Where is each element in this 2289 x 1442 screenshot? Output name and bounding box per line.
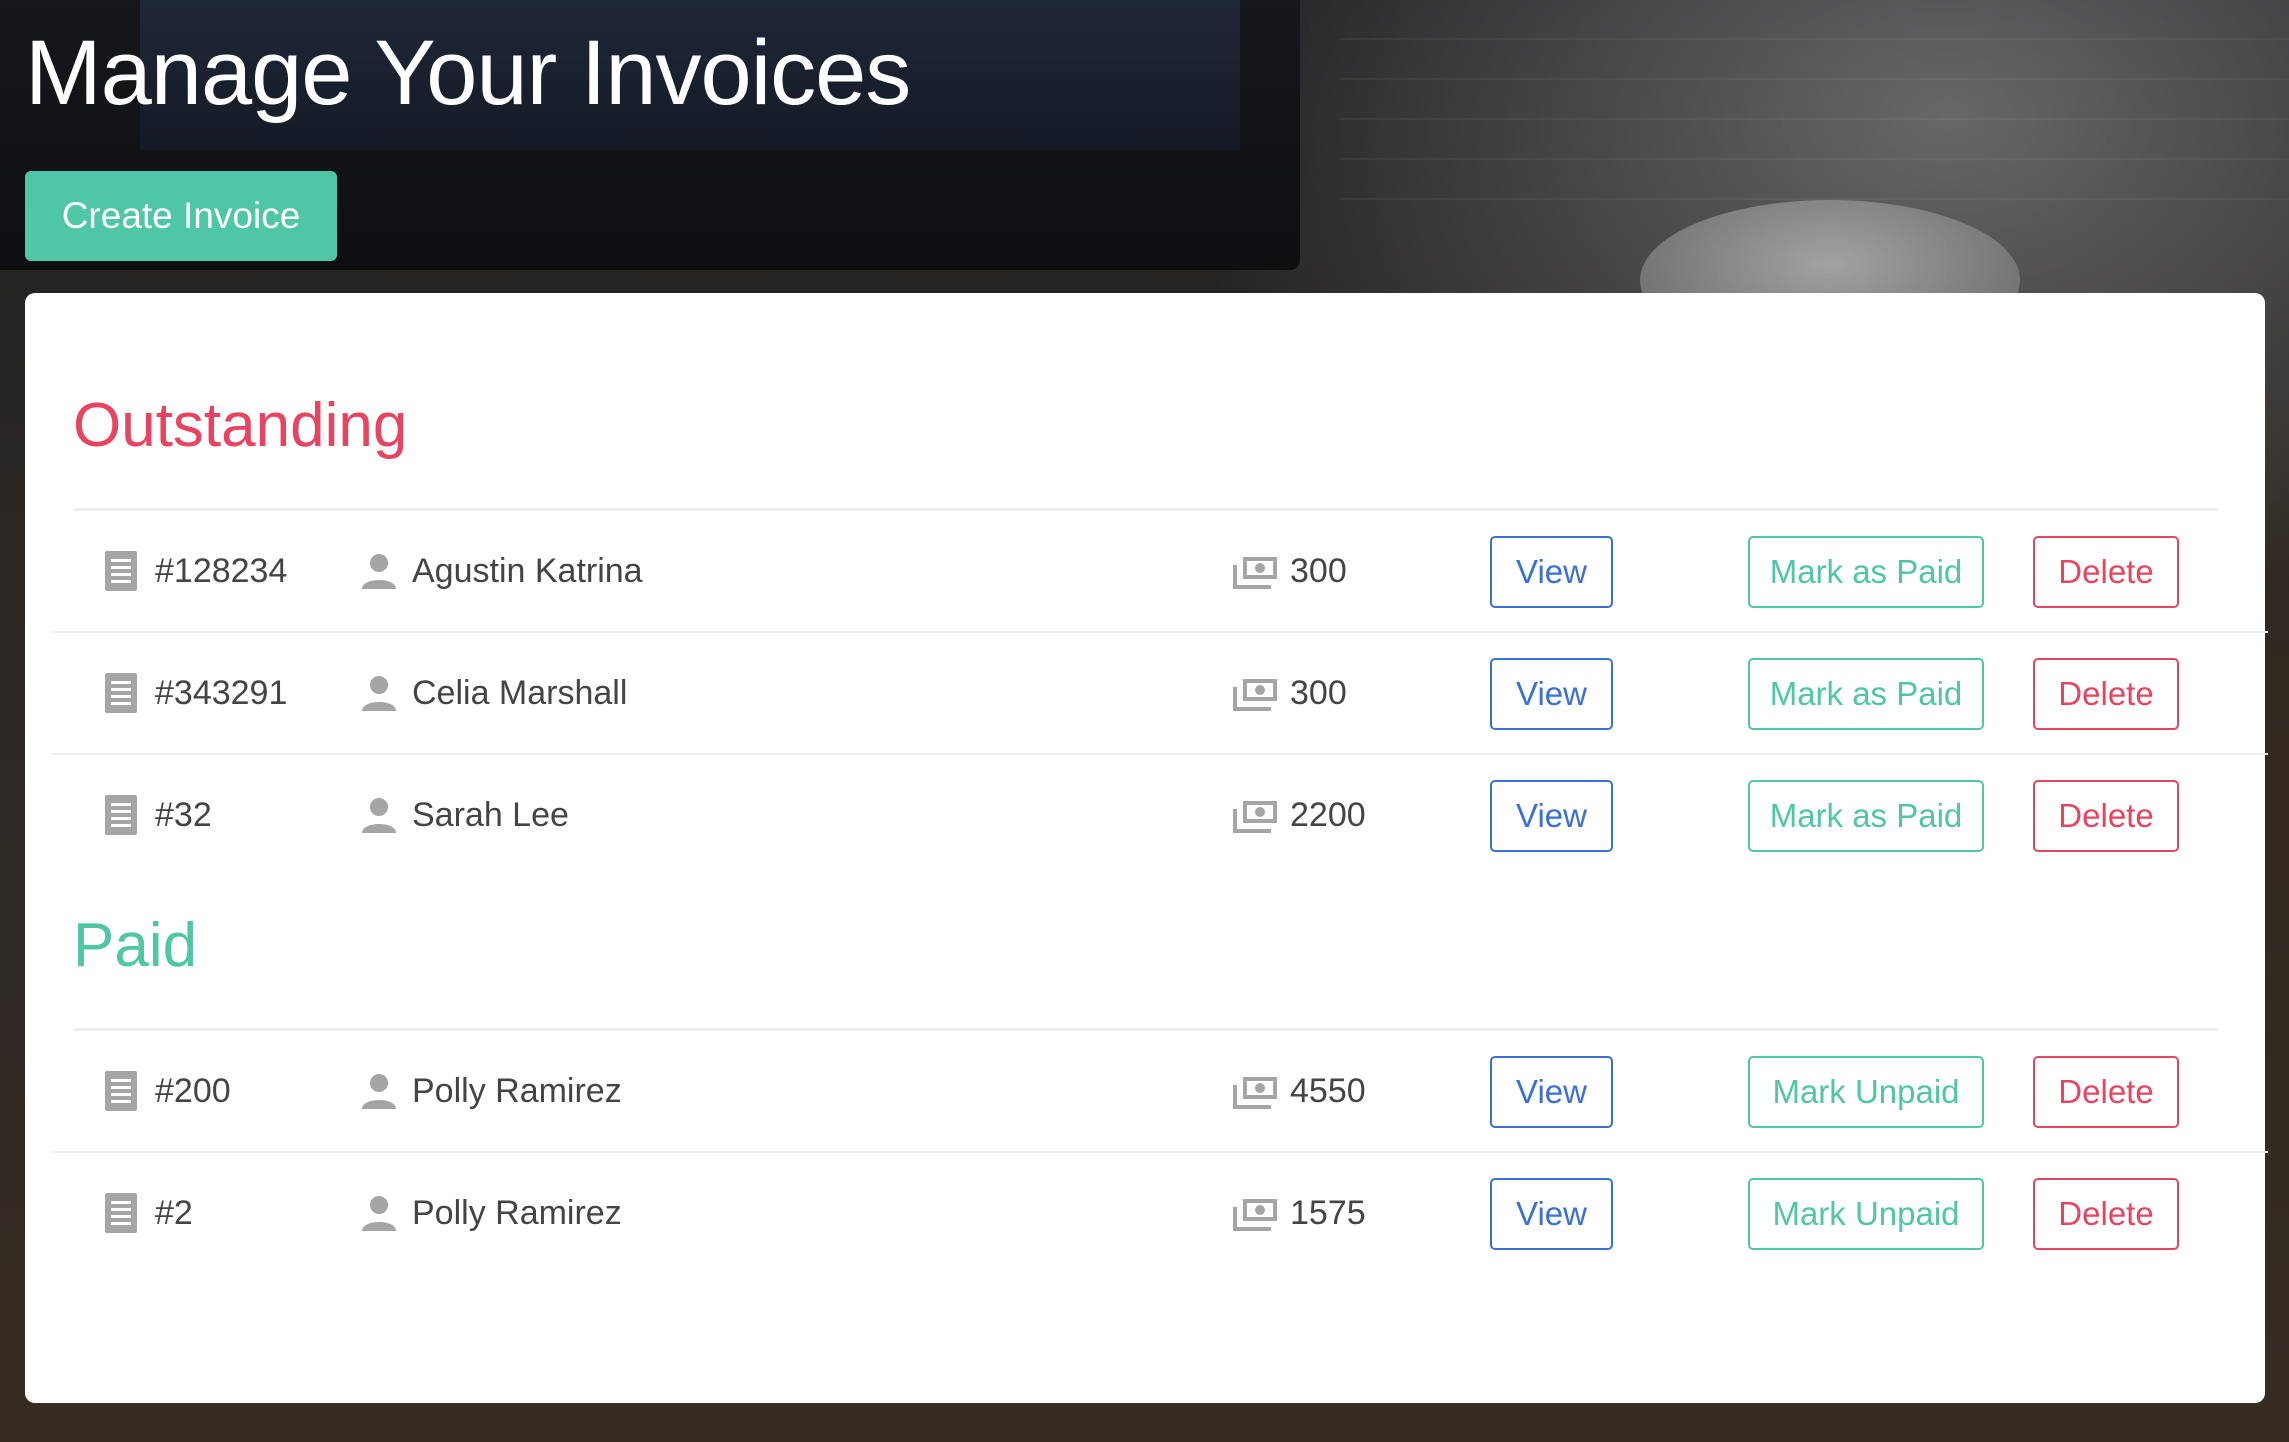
invoices-card: Outstanding #128234 Agustin Katrina 300 … — [25, 293, 2268, 1403]
document-icon — [105, 673, 137, 713]
invoice-amount: 1575 — [1290, 1194, 1366, 1232]
invoice-number: #343291 — [155, 674, 288, 712]
client-name: Polly Ramirez — [412, 1072, 622, 1110]
invoice-amount: 2200 — [1290, 796, 1366, 834]
delete-button[interactable]: Delete — [2033, 658, 2179, 730]
user-icon — [362, 676, 396, 711]
delete-button[interactable]: Delete — [2033, 780, 2179, 852]
paid-heading: Paid — [73, 911, 198, 980]
user-icon — [362, 554, 396, 589]
client-name: Celia Marshall — [412, 674, 628, 712]
invoice-number: #200 — [155, 1072, 231, 1110]
invoice-amount: 4550 — [1290, 1072, 1366, 1110]
document-icon — [105, 1071, 137, 1111]
money-icon — [1233, 679, 1277, 711]
document-icon — [105, 551, 137, 591]
view-button[interactable]: View — [1490, 1178, 1613, 1250]
user-icon — [362, 1074, 396, 1109]
view-button[interactable]: View — [1490, 658, 1613, 730]
create-invoice-button[interactable]: Create Invoice — [25, 171, 337, 261]
delete-button[interactable]: Delete — [2033, 1056, 2179, 1128]
money-icon — [1233, 557, 1277, 589]
view-button[interactable]: View — [1490, 536, 1613, 608]
invoice-row: #200 Polly Ramirez 4550 View Mark Unpaid… — [50, 1031, 2268, 1153]
invoice-amount: 300 — [1290, 674, 1347, 712]
delete-button[interactable]: Delete — [2033, 1178, 2179, 1250]
user-icon — [362, 1196, 396, 1231]
invoice-number: #32 — [155, 796, 212, 834]
money-icon — [1233, 801, 1277, 833]
money-icon — [1233, 1199, 1277, 1231]
view-button[interactable]: View — [1490, 780, 1613, 852]
invoice-number: #128234 — [155, 552, 288, 590]
invoice-row: #128234 Agustin Katrina 300 View Mark as… — [50, 511, 2268, 633]
outstanding-heading: Outstanding — [73, 391, 408, 460]
invoice-row: #32 Sarah Lee 2200 View Mark as Paid Del… — [50, 755, 2268, 875]
mark-unpaid-button[interactable]: Mark Unpaid — [1748, 1056, 1984, 1128]
mark-as-paid-button[interactable]: Mark as Paid — [1748, 658, 1984, 730]
client-name: Agustin Katrina — [412, 552, 643, 590]
delete-button[interactable]: Delete — [2033, 536, 2179, 608]
client-name: Polly Ramirez — [412, 1194, 622, 1232]
invoice-number: #2 — [155, 1194, 193, 1232]
page-title: Manage Your Invoices — [25, 22, 911, 124]
document-icon — [105, 1193, 137, 1233]
invoice-row: #2 Polly Ramirez 1575 View Mark Unpaid D… — [50, 1153, 2268, 1273]
invoice-row: #343291 Celia Marshall 300 View Mark as … — [50, 633, 2268, 755]
client-name: Sarah Lee — [412, 796, 569, 834]
money-icon — [1233, 1077, 1277, 1109]
mark-as-paid-button[interactable]: Mark as Paid — [1748, 536, 1984, 608]
document-icon — [105, 795, 137, 835]
mark-as-paid-button[interactable]: Mark as Paid — [1748, 780, 1984, 852]
user-icon — [362, 798, 396, 833]
mark-unpaid-button[interactable]: Mark Unpaid — [1748, 1178, 1984, 1250]
invoice-amount: 300 — [1290, 552, 1347, 590]
view-button[interactable]: View — [1490, 1056, 1613, 1128]
